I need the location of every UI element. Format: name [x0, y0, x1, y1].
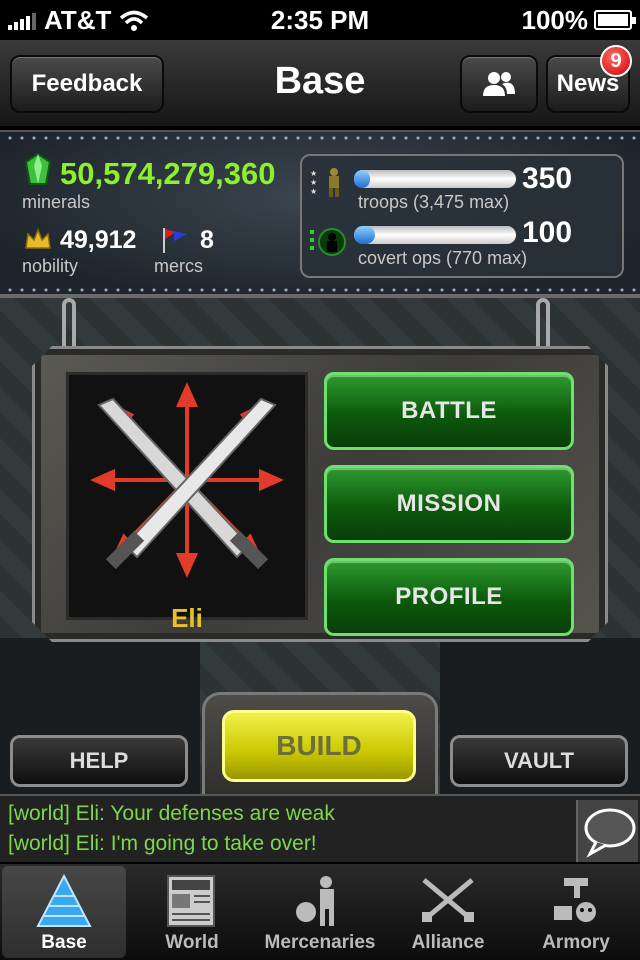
minerals-label: minerals: [22, 192, 91, 212]
speech-bubble-icon: [584, 808, 636, 858]
build-button[interactable]: BUILD: [222, 710, 416, 782]
crossed-swords-emblem-icon: [90, 382, 284, 578]
profile-button[interactable]: PROFILE: [324, 558, 574, 636]
nobility-value: 49,912: [60, 226, 137, 254]
news-button[interactable]: News 9: [546, 45, 632, 113]
covert-ops-value: 100: [522, 216, 573, 249]
tab-label: Base: [41, 932, 87, 953]
tab-base[interactable]: Base: [2, 866, 126, 958]
status-bar: AT&T 2:35 PM 100%: [0, 0, 640, 40]
units-box: ★ ★ ★ 350 troops (3,475 max) 100 covert …: [300, 154, 624, 278]
tab-alliance[interactable]: Alliance: [386, 866, 510, 958]
game-area: Eli BATTLE MISSION PROFILE HELP BUILD VA…: [0, 298, 640, 802]
mercs-value: 8: [200, 226, 214, 254]
chat-button[interactable]: [576, 800, 638, 862]
tab-armory[interactable]: Armory: [514, 866, 638, 958]
svg-text:★: ★: [310, 187, 317, 196]
covert-ops-bar-fill: [354, 226, 376, 244]
covert-ops-label: covert ops (770 max): [358, 248, 528, 268]
troops-label: troops (3,475 max): [358, 192, 510, 212]
covert-ops-bar: [354, 226, 516, 244]
friends-button[interactable]: [460, 55, 538, 113]
battery-percent: 100%: [521, 5, 589, 35]
people-icon: [483, 72, 515, 96]
tab-label: Mercenaries: [264, 932, 376, 953]
stats-panel: 50,574,279,360 minerals 49,912 nobility …: [0, 130, 640, 298]
battle-button[interactable]: BATTLE: [324, 372, 574, 450]
chat-panel[interactable]: [world] Eli: Your defenses are weak [wor…: [0, 794, 640, 862]
svg-text:★: ★: [310, 169, 317, 178]
covert-ops-icon: [310, 228, 346, 256]
help-button[interactable]: HELP: [10, 735, 188, 787]
chat-message: [world] Eli: I'm going to take over!: [8, 832, 317, 855]
mineral-crystal-icon: [24, 152, 52, 185]
mercs-label: mercs: [154, 256, 203, 276]
tab-label: Armory: [542, 932, 610, 953]
crossed-rifles-icon: [422, 878, 474, 922]
chat-message: [world] Eli: Your defenses are weak: [8, 802, 335, 825]
news-badge: 9: [600, 45, 632, 77]
navigation-bar: Feedback Base News 9: [0, 40, 640, 128]
soldier-icon: ★ ★ ★: [310, 168, 339, 197]
vault-button[interactable]: VAULT: [450, 735, 628, 787]
minerals-value: 50,574,279,360: [60, 156, 276, 191]
avatar[interactable]: [66, 372, 308, 620]
mission-button[interactable]: MISSION: [324, 465, 574, 543]
crown-icon: [25, 228, 51, 249]
player-name: Eli: [171, 603, 203, 633]
armory-icon: [554, 878, 596, 922]
page-title: Base: [274, 60, 366, 102]
pyramid-icon: [36, 873, 92, 927]
newspaper-icon: [167, 875, 215, 927]
troops-bar-fill: [354, 170, 371, 188]
mercenary-icon: [296, 876, 334, 926]
tab-world[interactable]: World: [130, 866, 254, 958]
tab-label: Alliance: [411, 932, 485, 953]
troops-bar: [354, 170, 516, 188]
tab-bar: Base World Mercenaries Alliance Armory: [0, 864, 640, 960]
nobility-label: nobility: [22, 256, 79, 276]
tab-label: World: [165, 932, 219, 953]
svg-text:★: ★: [310, 178, 317, 187]
battery-icon: [594, 10, 636, 30]
tab-mercenaries[interactable]: Mercenaries: [258, 866, 382, 958]
flag-icon: [163, 228, 187, 253]
troops-value: 350: [522, 162, 573, 195]
